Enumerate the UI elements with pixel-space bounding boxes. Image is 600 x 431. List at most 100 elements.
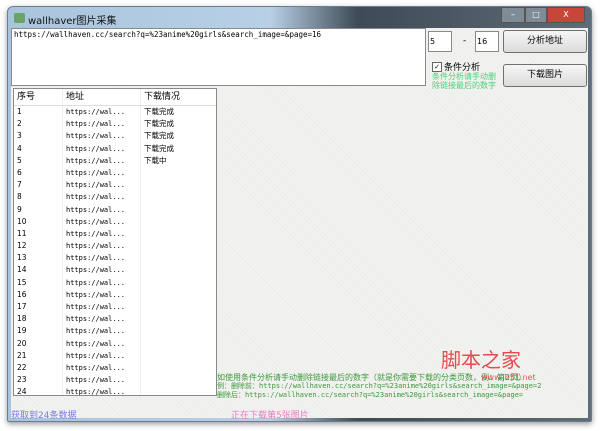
- checkbox-icon[interactable]: ✓: [432, 61, 442, 72]
- table-row[interactable]: 4 https://wal... 下载完成: [14, 142, 216, 155]
- cell-index: 1: [14, 106, 63, 119]
- table-row[interactable]: 9 https://wal...: [14, 203, 216, 216]
- close-button[interactable]: X: [547, 7, 585, 23]
- cell-url: https://wal...: [63, 325, 141, 338]
- cell-status: [141, 277, 214, 289]
- table-row[interactable]: 14 https://wal...: [14, 264, 216, 277]
- cell-url: https://wal...: [63, 106, 141, 119]
- status-count: 获取到24条数据: [11, 411, 77, 421]
- table-row[interactable]: 23 https://wal...: [14, 374, 216, 387]
- cell-index: 19: [14, 325, 63, 338]
- table-row[interactable]: 11 https://wal...: [14, 227, 216, 241]
- table-row[interactable]: 22 https://wal...: [14, 361, 216, 375]
- table-row[interactable]: 8 https://wal...: [14, 191, 216, 204]
- cell-status: [141, 374, 214, 386]
- cell-index: 12: [14, 240, 63, 253]
- watermark-url: www.jb51.net: [481, 373, 536, 382]
- table-row[interactable]: 5 https://wal... 下载中: [14, 154, 216, 167]
- cell-index: 6: [14, 166, 63, 180]
- cell-status: [141, 179, 214, 191]
- cell-index: 14: [14, 264, 63, 277]
- cell-status: 下载完成: [144, 107, 174, 116]
- cell-status: 下载完成: [144, 131, 174, 141]
- cell-status: [141, 338, 214, 350]
- download-table[interactable]: 序号 地址 下载情况 1 https://wal... 下载完成 2 https://w…: [13, 88, 217, 396]
- cell-status: [141, 216, 214, 228]
- download-button[interactable]: 下载图片: [503, 64, 587, 87]
- header-status[interactable]: 下载情况: [141, 89, 214, 105]
- cell-status: [141, 325, 214, 337]
- window-title: wallhaver图片采集: [28, 16, 117, 27]
- cell-index: 16: [14, 288, 63, 301]
- header-index[interactable]: 序号: [14, 89, 63, 105]
- table-header: 序号 地址 下载情况: [14, 89, 216, 106]
- range-separator: -: [463, 36, 467, 46]
- cell-status: [141, 228, 214, 240]
- cell-status: [141, 362, 214, 374]
- table-row[interactable]: 12 https://wal...: [14, 240, 216, 253]
- cell-index: 21: [14, 349, 63, 362]
- table-row[interactable]: 16 https://wal...: [14, 288, 216, 301]
- cell-index: 4: [14, 142, 63, 155]
- cell-status: 下载完成: [144, 143, 174, 153]
- cell-status: [141, 252, 214, 264]
- table-row[interactable]: 2 https://wal... 下载完成: [14, 118, 216, 131]
- cell-index: 15: [14, 276, 63, 289]
- instruction-example-after: 删除后：https://wallhaven.cc/search?q=%23ani…: [217, 391, 524, 399]
- table-row[interactable]: 15 https://wal...: [14, 276, 216, 289]
- client-area: https://wallhaven.cc/search?q=%23anime%2…: [11, 28, 588, 421]
- cell-status: [141, 167, 214, 179]
- cell-status: [141, 350, 214, 362]
- cell-index: 24: [14, 386, 63, 395]
- minimize-button[interactable]: –: [501, 7, 525, 23]
- cell-url: https://wal...: [63, 166, 141, 180]
- table-row[interactable]: 10 https://wal...: [14, 215, 216, 228]
- maximize-button[interactable]: □: [525, 7, 547, 23]
- cell-index: 5: [14, 154, 63, 167]
- cell-status: [141, 301, 214, 313]
- table-row[interactable]: 1 https://wal... 下载完成: [14, 106, 216, 119]
- cell-status: [141, 289, 214, 301]
- cell-url: https://wal...: [63, 349, 141, 362]
- cell-url: https://wal...: [63, 154, 141, 167]
- range-from-input[interactable]: 5: [428, 31, 452, 52]
- cell-index: 18: [14, 313, 63, 326]
- app-window: wallhaver图片采集 – □ X https://wallhaven.cc…: [7, 6, 592, 422]
- cell-url: https://wal...: [63, 240, 141, 253]
- cell-url: https://wal...: [63, 386, 141, 395]
- table-row[interactable]: 19 https://wal...: [14, 325, 216, 338]
- cell-index: 23: [14, 374, 63, 387]
- condition-hint: 条件分析请手动删除链接最后的数字: [432, 72, 496, 90]
- cell-url: https://wal...: [63, 118, 141, 131]
- cell-url: https://wal...: [63, 130, 141, 143]
- cell-url: https://wal...: [63, 264, 141, 277]
- status-progress: 正在下载第5张图片: [231, 411, 309, 421]
- url-input[interactable]: https://wallhaven.cc/search?q=%23anime%2…: [11, 28, 426, 86]
- table-row[interactable]: 18 https://wal...: [14, 313, 216, 326]
- table-row[interactable]: 7 https://wal...: [14, 179, 216, 192]
- cell-index: 13: [14, 252, 63, 265]
- watermark-title: 脚本之家: [441, 348, 521, 372]
- cell-url: https://wal...: [63, 203, 141, 216]
- cell-url: https://wal...: [63, 301, 141, 314]
- header-url[interactable]: 地址: [63, 89, 141, 105]
- cell-url: https://wal...: [63, 227, 141, 241]
- cell-index: 10: [14, 215, 63, 228]
- cell-index: 20: [14, 337, 63, 350]
- table-row[interactable]: 21 https://wal...: [14, 349, 216, 362]
- cell-status: [141, 264, 214, 276]
- cell-index: 22: [14, 361, 63, 375]
- cell-status: [141, 191, 214, 203]
- table-row[interactable]: 6 https://wal...: [14, 166, 216, 180]
- cell-index: 3: [14, 130, 63, 143]
- range-to-input[interactable]: 16: [475, 31, 499, 52]
- table-row[interactable]: 24 https://wal...: [14, 386, 216, 395]
- cell-url: https://wal...: [63, 252, 141, 265]
- cell-index: 8: [14, 191, 63, 204]
- table-row[interactable]: 20 https://wal...: [14, 337, 216, 350]
- cell-url: https://wal...: [63, 191, 141, 204]
- table-row[interactable]: 13 https://wal...: [14, 252, 216, 265]
- analyze-button[interactable]: 分析地址: [503, 30, 587, 53]
- table-row[interactable]: 3 https://wal... 下载完成: [14, 130, 216, 143]
- table-row[interactable]: 17 https://wal...: [14, 301, 216, 314]
